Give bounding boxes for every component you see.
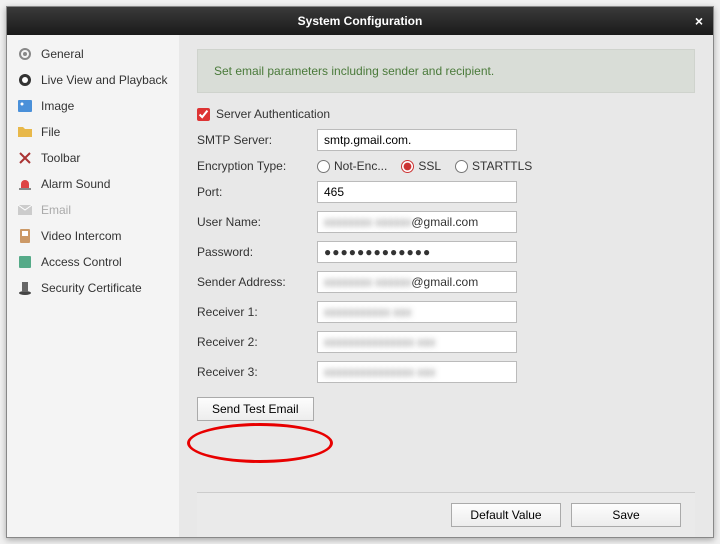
certificate-icon <box>17 280 33 296</box>
row-receiver3: Receiver 3: xxxxxxxxxxxxxxx xxx <box>197 361 695 383</box>
user-input[interactable]: xxxxxxxx xxxxxx@gmail.com <box>317 211 517 233</box>
sidebar-item-liveview[interactable]: Live View and Playback <box>7 67 179 93</box>
r3-label: Receiver 3: <box>197 365 317 379</box>
highlight-ellipse <box>187 423 333 463</box>
password-input[interactable]: ●●●●●●●●●●●●● <box>317 241 517 263</box>
folder-icon <box>17 124 33 140</box>
camera-icon <box>17 72 33 88</box>
intercom-icon <box>17 228 33 244</box>
send-test-email-button[interactable]: Send Test Email <box>197 397 314 421</box>
sender-input[interactable]: xxxxxxxx xxxxxx@gmail.com <box>317 271 517 293</box>
row-receiver1: Receiver 1: xxxxxxxxxxx xxx <box>197 301 695 323</box>
close-icon[interactable]: × <box>695 13 703 29</box>
row-encryption: Encryption Type: Not-Enc... SSL STARTTLS <box>197 159 695 173</box>
r2-label: Receiver 2: <box>197 335 317 349</box>
row-receiver2: Receiver 2: xxxxxxxxxxxxxxx xxx <box>197 331 695 353</box>
sidebar-item-label: General <box>41 47 84 61</box>
default-value-button[interactable]: Default Value <box>451 503 561 527</box>
user-label: User Name: <box>197 215 317 229</box>
enc-label: Encryption Type: <box>197 159 317 173</box>
access-icon <box>17 254 33 270</box>
r1-label: Receiver 1: <box>197 305 317 319</box>
port-label: Port: <box>197 185 317 199</box>
sidebar-item-toolbar[interactable]: Toolbar <box>7 145 179 171</box>
sidebar-item-label: Alarm Sound <box>41 177 110 191</box>
sidebar-item-label: Live View and Playback <box>41 73 168 87</box>
sidebar-item-label: Security Certificate <box>41 281 142 295</box>
sidebar-item-file[interactable]: File <box>7 119 179 145</box>
sidebar-item-security[interactable]: Security Certificate <box>7 275 179 301</box>
row-username: User Name: xxxxxxxx xxxxxx@gmail.com <box>197 211 695 233</box>
smtp-label: SMTP Server: <box>197 133 317 147</box>
smtp-input[interactable] <box>317 129 517 151</box>
sidebar-item-label: Toolbar <box>41 151 80 165</box>
r2-input[interactable]: xxxxxxxxxxxxxxx xxx <box>317 331 517 353</box>
server-auth-label: Server Authentication <box>216 107 330 121</box>
row-smtp: SMTP Server: <box>197 129 695 151</box>
info-banner: Set email parameters including sender an… <box>197 49 695 93</box>
row-port: Port: <box>197 181 695 203</box>
row-server-auth: Server Authentication <box>197 107 695 121</box>
sidebar: General Live View and Playback Image Fil… <box>7 35 179 537</box>
row-sender: Sender Address: xxxxxxxx xxxxxx@gmail.co… <box>197 271 695 293</box>
footer: Default Value Save <box>197 492 695 537</box>
alarm-icon <box>17 176 33 192</box>
sidebar-item-general[interactable]: General <box>7 41 179 67</box>
window-title: System Configuration <box>298 14 423 28</box>
port-input[interactable] <box>317 181 517 203</box>
save-button[interactable]: Save <box>571 503 681 527</box>
sidebar-item-label: Image <box>41 99 74 113</box>
enc-none[interactable]: Not-Enc... <box>317 159 387 173</box>
sender-label: Sender Address: <box>197 275 317 289</box>
sidebar-item-label: Video Intercom <box>41 229 122 243</box>
r3-input[interactable]: xxxxxxxxxxxxxxx xxx <box>317 361 517 383</box>
mail-icon <box>17 202 33 218</box>
main-panel: Set email parameters including sender an… <box>179 35 713 537</box>
server-auth-checkbox[interactable] <box>197 108 210 121</box>
sidebar-item-image[interactable]: Image <box>7 93 179 119</box>
tools-icon <box>17 150 33 166</box>
sidebar-item-label: Access Control <box>41 255 122 269</box>
sidebar-item-label: File <box>41 125 60 139</box>
sidebar-item-access[interactable]: Access Control <box>7 249 179 275</box>
sidebar-item-email[interactable]: Email <box>7 197 179 223</box>
password-label: Password: <box>197 245 317 259</box>
sidebar-item-label: Email <box>41 203 71 217</box>
row-password: Password: ●●●●●●●●●●●●● <box>197 241 695 263</box>
enc-ssl[interactable]: SSL <box>401 159 441 173</box>
titlebar: System Configuration × <box>7 7 713 35</box>
banner-text: Set email parameters including sender an… <box>214 64 494 78</box>
gear-icon <box>17 46 33 62</box>
r1-input[interactable]: xxxxxxxxxxx xxx <box>317 301 517 323</box>
sidebar-item-alarm[interactable]: Alarm Sound <box>7 171 179 197</box>
image-icon <box>17 98 33 114</box>
sidebar-item-intercom[interactable]: Video Intercom <box>7 223 179 249</box>
enc-starttls[interactable]: STARTTLS <box>455 159 532 173</box>
config-window: System Configuration × General Live View… <box>6 6 714 538</box>
